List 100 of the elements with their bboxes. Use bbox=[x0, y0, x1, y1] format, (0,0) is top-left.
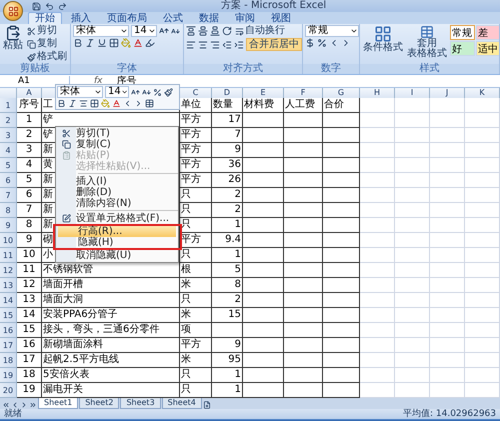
table-cell bbox=[323, 338, 360, 353]
row-header[interactable]: 15 bbox=[0, 308, 17, 323]
orientation-icon bbox=[222, 26, 232, 36]
row-header[interactable]: 19 bbox=[0, 368, 17, 383]
font-select[interactable]: 宋体 bbox=[73, 25, 129, 37]
table-cell bbox=[395, 248, 430, 263]
table-cell bbox=[360, 323, 395, 338]
table-cell bbox=[243, 263, 284, 278]
table-cell bbox=[323, 278, 360, 293]
cell-style[interactable]: 常规 bbox=[450, 25, 475, 40]
table-cell: 米 bbox=[180, 353, 212, 368]
bold-icon bbox=[73, 38, 83, 48]
ribbon-tab[interactable]: 公式 bbox=[156, 12, 190, 24]
ribbon-tab[interactable]: 插入 bbox=[64, 12, 98, 24]
cell-style[interactable]: 好 bbox=[450, 41, 475, 56]
ribbon-tab[interactable]: 视图 bbox=[264, 12, 298, 24]
sheet-tab[interactable]: Sheet1 bbox=[38, 398, 78, 409]
format-cells-icon bbox=[62, 214, 70, 223]
table-cell bbox=[430, 158, 465, 173]
row-header[interactable]: 17 bbox=[0, 338, 17, 353]
table-cell bbox=[243, 368, 284, 383]
row-header[interactable]: 7 bbox=[0, 188, 17, 203]
align-left-icon bbox=[186, 40, 196, 50]
wrap-text-button[interactable]: 自动换行 bbox=[234, 25, 286, 37]
menu-item[interactable]: 删除(D) bbox=[56, 187, 178, 198]
row-header[interactable]: 12 bbox=[0, 263, 17, 278]
table-cell bbox=[430, 173, 465, 188]
caret-icon bbox=[350, 27, 358, 35]
cell-style[interactable]: 适中 bbox=[476, 41, 499, 56]
row-header[interactable]: 5 bbox=[0, 158, 17, 173]
table-cell bbox=[284, 143, 323, 158]
align-bottom-icon bbox=[210, 26, 220, 36]
row-header[interactable]: 9 bbox=[0, 218, 17, 233]
ribbon-tab[interactable]: 页面布局 bbox=[100, 12, 154, 24]
number-format-select[interactable]: 常规 bbox=[305, 25, 359, 37]
caret-icon bbox=[120, 27, 128, 35]
row-header[interactable]: 3 bbox=[0, 128, 17, 143]
currency-icon bbox=[305, 38, 315, 48]
table-cell: 只 bbox=[180, 188, 212, 203]
row-header[interactable]: 6 bbox=[0, 173, 17, 188]
menu-item[interactable]: 取消隐藏(U) bbox=[56, 250, 178, 261]
clipboard-button[interactable]: 复制 bbox=[26, 38, 68, 50]
sheet-tab[interactable]: Sheet4 bbox=[162, 398, 202, 409]
paintbrush-icon bbox=[27, 52, 36, 62]
row-header[interactable]: 18 bbox=[0, 353, 17, 368]
table-cell bbox=[395, 233, 430, 248]
paste-button[interactable]: 粘贴 bbox=[2, 25, 24, 51]
row-header[interactable]: 2 bbox=[0, 113, 17, 128]
ribbon-tab[interactable]: 数据 bbox=[192, 12, 226, 24]
table-cell: 平方 bbox=[180, 173, 212, 188]
row-header[interactable]: 20 bbox=[0, 383, 17, 398]
redo-icon bbox=[58, 2, 67, 10]
sheet-tab[interactable]: Sheet3 bbox=[120, 398, 161, 409]
conditional-format-button[interactable]: 条件格式 bbox=[362, 25, 404, 53]
table-cell: 只 bbox=[180, 368, 212, 383]
row-header[interactable]: 14 bbox=[0, 293, 17, 308]
font-size-select[interactable]: 14 bbox=[131, 25, 157, 37]
table-cell bbox=[395, 188, 430, 203]
table-cell bbox=[465, 353, 500, 368]
menu-item[interactable]: 行高(R)... bbox=[58, 226, 176, 237]
font-size-select[interactable]: 14 bbox=[105, 86, 129, 98]
table-cell bbox=[284, 173, 323, 188]
cell-style[interactable]: 差 bbox=[476, 25, 499, 40]
table-format-button[interactable]: 套用 表格格式 bbox=[406, 25, 448, 59]
row-header[interactable]: 4 bbox=[0, 143, 17, 158]
table-cell bbox=[465, 233, 500, 248]
table-cell bbox=[465, 338, 500, 353]
sheet-tab[interactable]: Sheet2 bbox=[79, 398, 120, 409]
menu-item[interactable]: 剪切(T) bbox=[56, 128, 178, 139]
font-select[interactable]: 宋体 bbox=[57, 86, 103, 98]
row-header[interactable]: 10 bbox=[0, 233, 17, 248]
table-cell bbox=[243, 113, 284, 128]
table-cell: 5 bbox=[17, 173, 42, 188]
table-cell: 2 bbox=[212, 293, 243, 308]
table-cell bbox=[323, 218, 360, 233]
group-label: 对齐方式 bbox=[184, 64, 302, 74]
ribbon-tab[interactable]: 开始 bbox=[28, 12, 62, 24]
table-cell bbox=[323, 308, 360, 323]
ribbon-tab[interactable]: 审阅 bbox=[228, 12, 262, 24]
table-cell bbox=[323, 188, 360, 203]
row-header[interactable]: 11 bbox=[0, 248, 17, 263]
clipboard-button[interactable]: 剪切 bbox=[26, 25, 68, 37]
grow-font-icon bbox=[159, 26, 169, 36]
row-header[interactable]: 1 bbox=[0, 98, 17, 113]
menu-item[interactable]: 隐藏(H) bbox=[58, 237, 176, 248]
row-header[interactable]: 16 bbox=[0, 323, 17, 338]
table-cell: 只 bbox=[180, 293, 212, 308]
border-icon bbox=[109, 38, 119, 48]
table-cell: 接头，弯头，三通6分零件 bbox=[42, 323, 180, 338]
clipboard-button[interactable]: 格式刷 bbox=[26, 51, 68, 63]
shrink-font-icon bbox=[142, 88, 151, 96]
row-header[interactable]: 13 bbox=[0, 278, 17, 293]
table-cell: 米 bbox=[180, 308, 212, 323]
table-cell: 1 bbox=[17, 113, 42, 128]
function-button[interactable]: fx bbox=[94, 76, 102, 86]
row-header[interactable]: 8 bbox=[0, 203, 17, 218]
merge-center-button[interactable]: 合并后居中 bbox=[246, 38, 302, 51]
percent-icon bbox=[317, 38, 327, 48]
menu-item[interactable]: 插入(I) bbox=[56, 176, 178, 187]
table-cell bbox=[430, 98, 465, 113]
